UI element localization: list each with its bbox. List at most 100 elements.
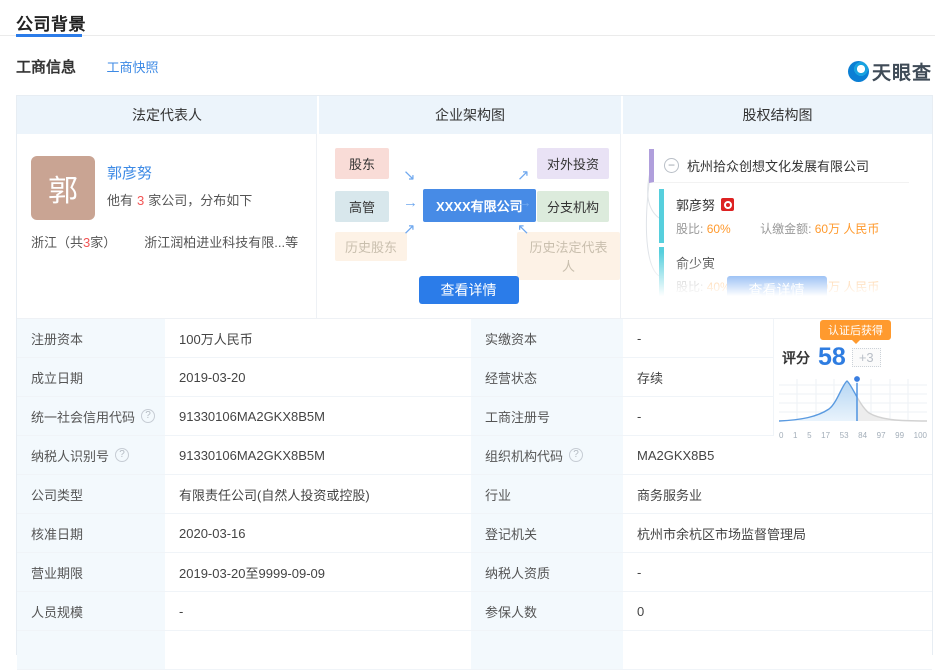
legal-rep-panel: 郭 郭彦努 他有 3 家公司，分布如下 浙江（共 3 家） 浙江润柏进业科技有限...等 bbox=[17, 134, 317, 319]
row-label: 核准日期 bbox=[17, 514, 165, 553]
help-icon[interactable]: ? bbox=[141, 409, 155, 423]
legal-rep-name-link[interactable]: 郭彦努 bbox=[107, 162, 152, 183]
row-label bbox=[17, 631, 165, 670]
score-label: 评分 bbox=[782, 348, 810, 368]
row-label: 营业期限 bbox=[17, 553, 165, 592]
row-value: 2019-03-20 bbox=[165, 358, 471, 397]
arrow-e-icon: → bbox=[403, 194, 418, 211]
row-value: 91330106MA2GKX8B5M bbox=[165, 397, 471, 436]
tianyancha-logo-text: 天眼查 bbox=[872, 58, 932, 85]
score-marker-pin-icon bbox=[854, 376, 861, 383]
company-count: 3 bbox=[137, 193, 144, 208]
tab-business-snapshot[interactable]: 工商快照 bbox=[106, 57, 158, 76]
table-row: 公司类型 有限责任公司(自然人投资或控股) 行业 商务服务业 bbox=[17, 475, 932, 514]
table-row: 核准日期 2020-03-16 登记机关 杭州市余杭区市场监督管理局 bbox=[17, 514, 932, 553]
node-branches: 分支机构 bbox=[537, 191, 609, 222]
row-label: 经营状态 bbox=[471, 358, 623, 397]
score-axis-ticks: 0151753849799100 bbox=[779, 431, 927, 440]
row-label: 参保人数 bbox=[471, 592, 623, 631]
equity-chart-panel: − 杭州拾众创想文化发展有限公司 郭彦努 股比: 60% 认缴金额: 60万 人… bbox=[621, 134, 932, 319]
help-icon[interactable]: ? bbox=[569, 448, 583, 462]
score-value: 58 bbox=[818, 343, 846, 372]
table-row: 人员规模 - 参保人数 0 bbox=[17, 592, 932, 631]
table-row: 营业期限 2019-03-20至9999-09-09 纳税人资质 - bbox=[17, 553, 932, 592]
legal-rep-description: 他有 3 家公司，分布如下 bbox=[107, 190, 252, 209]
org-chart-view-details-button[interactable]: 查看详情 bbox=[419, 276, 519, 304]
node-shareholders: 股东 bbox=[335, 148, 389, 179]
row-value: 100万人民币 bbox=[165, 319, 471, 358]
score-distribution-chart bbox=[779, 373, 927, 425]
row-value: 杭州市余杭区市场监督管理局 bbox=[623, 514, 932, 553]
table-row-partial bbox=[17, 631, 932, 670]
row-value: 2020-03-16 bbox=[165, 514, 471, 553]
row-value: - bbox=[165, 592, 471, 631]
row-label: 工商注册号 bbox=[471, 397, 623, 436]
row-label: 人员规模 bbox=[17, 592, 165, 631]
legal-rep-region-row: 浙江（共3家）浙江润柏进业科技有限...等 bbox=[31, 232, 298, 251]
legal-rep-avatar[interactable]: 郭 bbox=[31, 156, 95, 220]
collapse-minus-icon[interactable]: − bbox=[664, 158, 679, 173]
details-section: 注册资本 100万人民币 实缴资本 - 成立日期 2019-03-20 经营状态… bbox=[17, 319, 932, 670]
row-value: 有限责任公司(自然人投资或控股) bbox=[165, 475, 471, 514]
node-outbound-investment: 对外投资 bbox=[537, 148, 609, 179]
row-label: 实缴资本 bbox=[471, 319, 623, 358]
business-info-table: 法定代表人 企业架构图 股权结构图 郭 郭彦努 他有 3 家公司，分布如下 浙江（共… bbox=[16, 95, 933, 655]
row-label: 公司类型 bbox=[17, 475, 165, 514]
active-section-underline bbox=[16, 34, 82, 37]
arrow-e-icon: → bbox=[517, 194, 532, 211]
arrow-ne-icon: ↗ bbox=[403, 220, 416, 238]
row-label: 组织机构代码? bbox=[471, 436, 623, 475]
org-chart-panel: 股东 高管 历史股东 XXXX有限公司 对外投资 分支机构 历史法定代表人 ↘ … bbox=[317, 134, 621, 319]
row-label: 行业 bbox=[471, 475, 623, 514]
region-prefix: 浙江（共 bbox=[31, 235, 83, 250]
ratio-label: 股比: bbox=[676, 222, 703, 236]
equity-shareholder-row[interactable]: 郭彦努 股比: 60% 认缴金额: 60万 人民币 bbox=[659, 189, 909, 243]
arrow-nw-icon: ↖ bbox=[517, 220, 530, 238]
page-title: 公司背景 bbox=[16, 10, 919, 35]
header-divider bbox=[0, 35, 935, 36]
row-value: - bbox=[623, 553, 932, 592]
certification-badge: 认证后获得 bbox=[820, 320, 891, 340]
row-label: 成立日期 bbox=[17, 358, 165, 397]
header-legal-rep: 法定代表人 bbox=[17, 96, 317, 134]
ratio-label: 股比: bbox=[676, 280, 703, 294]
row-value: 91330106MA2GKX8B5M bbox=[165, 436, 471, 475]
node-executives: 高管 bbox=[335, 191, 389, 222]
equity-root-node[interactable]: − 杭州拾众创想文化发展有限公司 bbox=[649, 149, 909, 183]
equity-root-company: 杭州拾众创想文化发展有限公司 bbox=[687, 156, 869, 175]
row-label: 纳税人识别号? bbox=[17, 436, 165, 475]
row-value: 0 bbox=[623, 592, 932, 631]
header-org-chart: 企业架构图 bbox=[317, 96, 621, 134]
header-equity-chart: 股权结构图 bbox=[621, 96, 932, 134]
row-label: 注册资本 bbox=[17, 319, 165, 358]
shareholder-name: 郭彦努 bbox=[676, 195, 715, 214]
region-suffix: 家） bbox=[90, 235, 116, 250]
row-label: 登记机关 bbox=[471, 514, 623, 553]
row-value: 商务服务业 bbox=[623, 475, 932, 514]
region-company-example[interactable]: 浙江润柏进业科技有限...等 bbox=[144, 235, 298, 250]
node-history-legal-rep: 历史法定代表人 bbox=[517, 232, 620, 280]
desc-prefix: 他有 bbox=[107, 193, 133, 208]
row-value bbox=[165, 631, 471, 670]
node-history-shareholders: 历史股东 bbox=[335, 232, 407, 261]
shareholder-name: 俞少寅 bbox=[676, 253, 715, 272]
tab-business-info[interactable]: 工商信息 bbox=[16, 56, 76, 77]
help-icon[interactable]: ? bbox=[115, 448, 129, 462]
row-label: 统一社会信用代码? bbox=[17, 397, 165, 436]
tianyancha-eye-icon bbox=[848, 61, 869, 82]
row-value: MA2GKX8B5 bbox=[623, 436, 932, 475]
arrow-ne-icon: ↗ bbox=[517, 166, 530, 184]
table-row: 纳税人识别号? 91330106MA2GKX8B5M 组织机构代码? MA2GK… bbox=[17, 436, 932, 475]
equity-view-details-button[interactable]: 查看详情 bbox=[727, 276, 827, 304]
arrow-se-icon: ↘ bbox=[403, 166, 416, 184]
tianyancha-logo: 天眼查 bbox=[848, 58, 932, 85]
amount-value: 60万 人民币 bbox=[815, 222, 880, 236]
row-label bbox=[471, 631, 623, 670]
table-header-row: 法定代表人 企业架构图 股权结构图 bbox=[17, 96, 932, 134]
amount-label: 认缴金额: bbox=[760, 222, 811, 236]
desc-suffix: 家公司，分布如下 bbox=[148, 193, 252, 208]
row-value: 2019-03-20至9999-09-09 bbox=[165, 553, 471, 592]
score-bonus-badge: +3 bbox=[852, 348, 881, 367]
ratio-value: 60% bbox=[707, 222, 731, 236]
company-score-panel: 认证后获得 评分 58 +3 bbox=[773, 319, 932, 436]
